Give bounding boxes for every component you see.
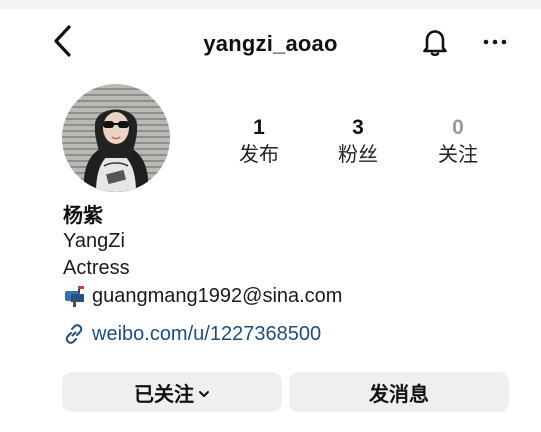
stat-followers-label: 粉丝 xyxy=(338,142,378,166)
notifications-button[interactable] xyxy=(418,25,452,59)
stat-posts-count: 1 xyxy=(253,116,265,139)
occupation: Actress xyxy=(63,257,130,279)
mailbox-icon xyxy=(65,286,84,307)
stat-followers-count: 3 xyxy=(352,116,364,139)
profile-photo xyxy=(62,84,170,192)
profile-avatar[interactable] xyxy=(62,84,170,192)
send-message-label: 发消息 xyxy=(369,381,429,406)
email-text: guangmang1992@sina.com xyxy=(92,285,343,307)
profile-link-text: weibo.com/u/1227368500 xyxy=(92,323,322,345)
display-name: 杨紫 xyxy=(63,203,103,227)
bell-icon xyxy=(423,30,447,56)
profile-username: yangzi_aoao xyxy=(203,31,338,56)
profile-bio: 杨紫 YangZi Actress guangmang1992@sina.com… xyxy=(63,202,503,349)
stat-following[interactable]: 0 关注 xyxy=(418,116,498,168)
stat-posts-label: 发布 xyxy=(239,142,279,166)
top-divider-strip xyxy=(0,0,541,9)
more-options-button[interactable] xyxy=(478,27,512,57)
profile-header: yangzi_aoao xyxy=(0,9,541,73)
link-icon xyxy=(65,324,83,344)
stat-followers[interactable]: 3 粉丝 xyxy=(318,116,398,168)
stat-following-label: 关注 xyxy=(438,142,478,166)
following-button[interactable]: 已关注 xyxy=(62,372,282,412)
following-button-label: 已关注 xyxy=(134,381,194,406)
chevron-down-icon xyxy=(199,391,209,397)
more-horizontal-icon xyxy=(483,39,507,45)
email-row: guangmang1992@sina.com xyxy=(63,282,503,310)
stat-following-count: 0 xyxy=(452,116,464,139)
name-english: YangZi xyxy=(63,230,125,252)
profile-link[interactable]: weibo.com/u/1227368500 xyxy=(63,319,503,349)
send-message-button[interactable]: 发消息 xyxy=(289,372,509,412)
stat-posts[interactable]: 1 发布 xyxy=(219,116,299,168)
